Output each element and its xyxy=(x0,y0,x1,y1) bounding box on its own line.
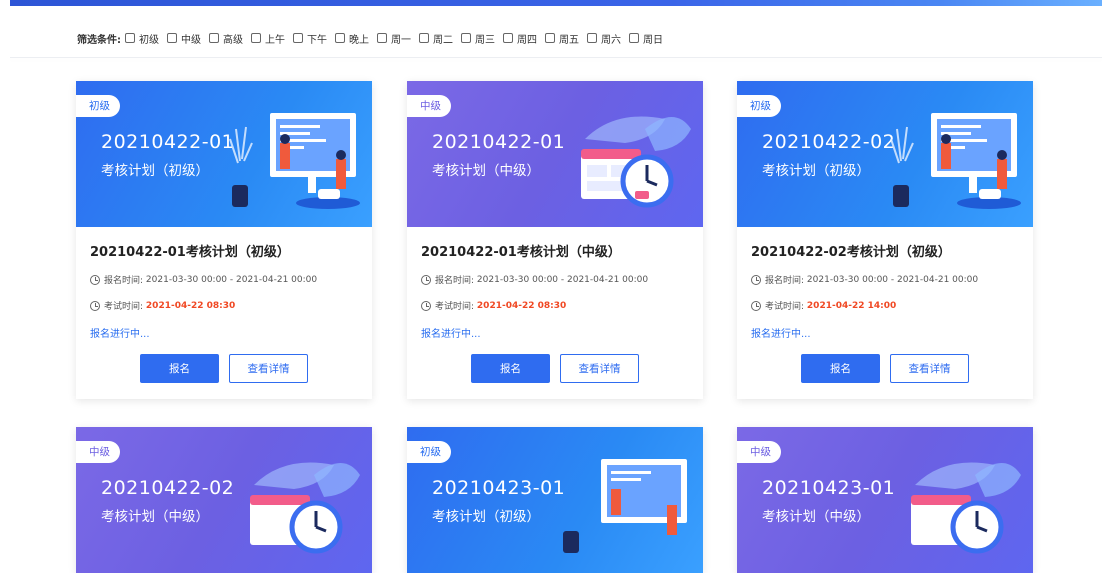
reg-time-row: 报名时间: 2021-03-30 00:00 - 2021-04-21 00:0… xyxy=(421,273,689,286)
filter-option-sat[interactable]: 周六 xyxy=(587,31,621,46)
calendar-clock-illustration xyxy=(911,462,1021,554)
computer-illustration xyxy=(563,459,687,553)
filter-option-tue[interactable]: 周二 xyxy=(419,31,453,46)
clock-icon xyxy=(90,300,100,311)
card-title: 20210422-01考核计划（初级） xyxy=(90,245,290,260)
banner-subtitle: 考核计划（初级） xyxy=(762,163,870,179)
level-badge: 初级 xyxy=(76,95,120,117)
checkbox-icon[interactable] xyxy=(209,33,219,43)
filter-option-chuji[interactable]: 初级 xyxy=(125,31,159,46)
card-title: 20210422-02考核计划（初级） xyxy=(751,245,951,260)
banner-subtitle: 考核计划（初级） xyxy=(432,509,540,525)
exam-time-row: 考试时间: 2021-04-22 08:30 xyxy=(421,299,689,312)
exam-card[interactable]: 中级 20210423-01 考核计划（中级） xyxy=(737,427,1033,573)
banner-code: 20210423-01 xyxy=(432,477,566,499)
filter-option-evening[interactable]: 晚上 xyxy=(335,31,369,46)
filter-option-zhongji[interactable]: 中级 xyxy=(167,31,201,46)
filter-option-sun[interactable]: 周日 xyxy=(629,31,663,46)
filter-label: 筛选条件: xyxy=(77,34,121,46)
checkbox-icon[interactable] xyxy=(335,33,345,43)
calendar-clock-illustration xyxy=(250,462,360,554)
top-bar xyxy=(0,0,1102,8)
reg-time-row: 报名时间: 2021-03-30 00:00 - 2021-04-21 00:0… xyxy=(751,273,1019,286)
card-banner: 中级 20210422-01 考核计划（中级） xyxy=(407,81,703,227)
filter-option-thu[interactable]: 周四 xyxy=(503,31,537,46)
register-button[interactable]: 报名 xyxy=(471,354,550,383)
level-badge: 初级 xyxy=(737,95,781,117)
computer-illustration xyxy=(229,113,360,209)
checkbox-icon[interactable] xyxy=(587,33,597,43)
banner-subtitle: 考核计划（中级） xyxy=(432,163,540,179)
register-button[interactable]: 报名 xyxy=(140,354,219,383)
top-accent-bar xyxy=(10,0,1102,6)
checkbox-icon[interactable] xyxy=(293,33,303,43)
checkbox-icon[interactable] xyxy=(419,33,429,43)
card-banner: 初级 20210422-01 考核计划（初级） xyxy=(76,81,372,227)
card-banner: 初级 20210422-02 考核计划（初级） xyxy=(737,81,1033,227)
banner-code: 20210422-01 xyxy=(101,131,235,153)
register-button[interactable]: 报名 xyxy=(801,354,880,383)
checkbox-icon[interactable] xyxy=(461,33,471,43)
reg-time-row: 报名时间: 2021-03-30 00:00 - 2021-04-21 00:0… xyxy=(90,273,358,286)
view-details-button[interactable]: 查看详情 xyxy=(229,354,308,383)
checkbox-icon[interactable] xyxy=(167,33,177,43)
status-text: 报名进行中... xyxy=(90,329,150,340)
filter-option-gaoji[interactable]: 高级 xyxy=(209,31,243,46)
divider xyxy=(10,57,1102,58)
exam-time-row: 考试时间: 2021-04-22 08:30 xyxy=(90,299,358,312)
filter-option-mon[interactable]: 周一 xyxy=(377,31,411,46)
banner-subtitle: 考核计划（初级） xyxy=(101,163,209,179)
exam-card[interactable]: 中级 20210422-02 考核计划（中级） xyxy=(76,427,372,573)
card-banner: 中级 20210423-01 考核计划（中级） xyxy=(737,427,1033,573)
filter-bar: 筛选条件: 初级 中级 高级 上午 下午 晚上 周一 周二 周三 周四 周五 周… xyxy=(77,29,671,47)
clock-icon xyxy=(751,300,761,311)
banner-subtitle: 考核计划（中级） xyxy=(762,509,870,525)
card-banner: 中级 20210422-02 考核计划（中级） xyxy=(76,427,372,573)
filter-option-afternoon[interactable]: 下午 xyxy=(293,31,327,46)
clock-icon xyxy=(751,274,761,285)
view-details-button[interactable]: 查看详情 xyxy=(890,354,969,383)
clock-icon xyxy=(90,274,100,285)
calendar-clock-illustration xyxy=(581,116,691,208)
checkbox-icon[interactable] xyxy=(251,33,261,43)
exam-card[interactable]: 中级 20210422-01 考核计划（中级） 20210422-01考核计划（… xyxy=(407,81,703,399)
clock-icon xyxy=(421,300,431,311)
status-text: 报名进行中... xyxy=(421,329,481,340)
banner-code: 20210422-02 xyxy=(762,131,896,153)
status-text: 报名进行中... xyxy=(751,329,811,340)
checkbox-icon[interactable] xyxy=(125,33,135,43)
banner-code: 20210423-01 xyxy=(762,477,896,499)
filter-option-morning[interactable]: 上午 xyxy=(251,31,285,46)
exam-time-row: 考试时间: 2021-04-22 14:00 xyxy=(751,299,1019,312)
checkbox-icon[interactable] xyxy=(503,33,513,43)
banner-code: 20210422-02 xyxy=(101,477,235,499)
card-banner: 初级 20210423-01 考核计划（初级） xyxy=(407,427,703,573)
level-badge: 中级 xyxy=(76,441,120,463)
view-details-button[interactable]: 查看详情 xyxy=(560,354,639,383)
checkbox-icon[interactable] xyxy=(545,33,555,43)
card-title: 20210422-01考核计划（中级） xyxy=(421,245,621,260)
banner-code: 20210422-01 xyxy=(432,131,566,153)
exam-card[interactable]: 初级 20210423-01 考核计划（初级） xyxy=(407,427,703,573)
level-badge: 中级 xyxy=(407,95,451,117)
exam-card[interactable]: 初级 20210422-02 考核计划（初级） 20210422-02考核计划（… xyxy=(737,81,1033,399)
computer-illustration xyxy=(890,113,1021,209)
clock-icon xyxy=(421,274,431,285)
banner-subtitle: 考核计划（中级） xyxy=(101,509,209,525)
filter-option-fri[interactable]: 周五 xyxy=(545,31,579,46)
level-badge: 中级 xyxy=(737,441,781,463)
filter-option-wed[interactable]: 周三 xyxy=(461,31,495,46)
exam-card[interactable]: 初级 20210422-01 考核计划（初级） 20210422-01考核计划（… xyxy=(76,81,372,399)
level-badge: 初级 xyxy=(407,441,451,463)
checkbox-icon[interactable] xyxy=(629,33,639,43)
checkbox-icon[interactable] xyxy=(377,33,387,43)
